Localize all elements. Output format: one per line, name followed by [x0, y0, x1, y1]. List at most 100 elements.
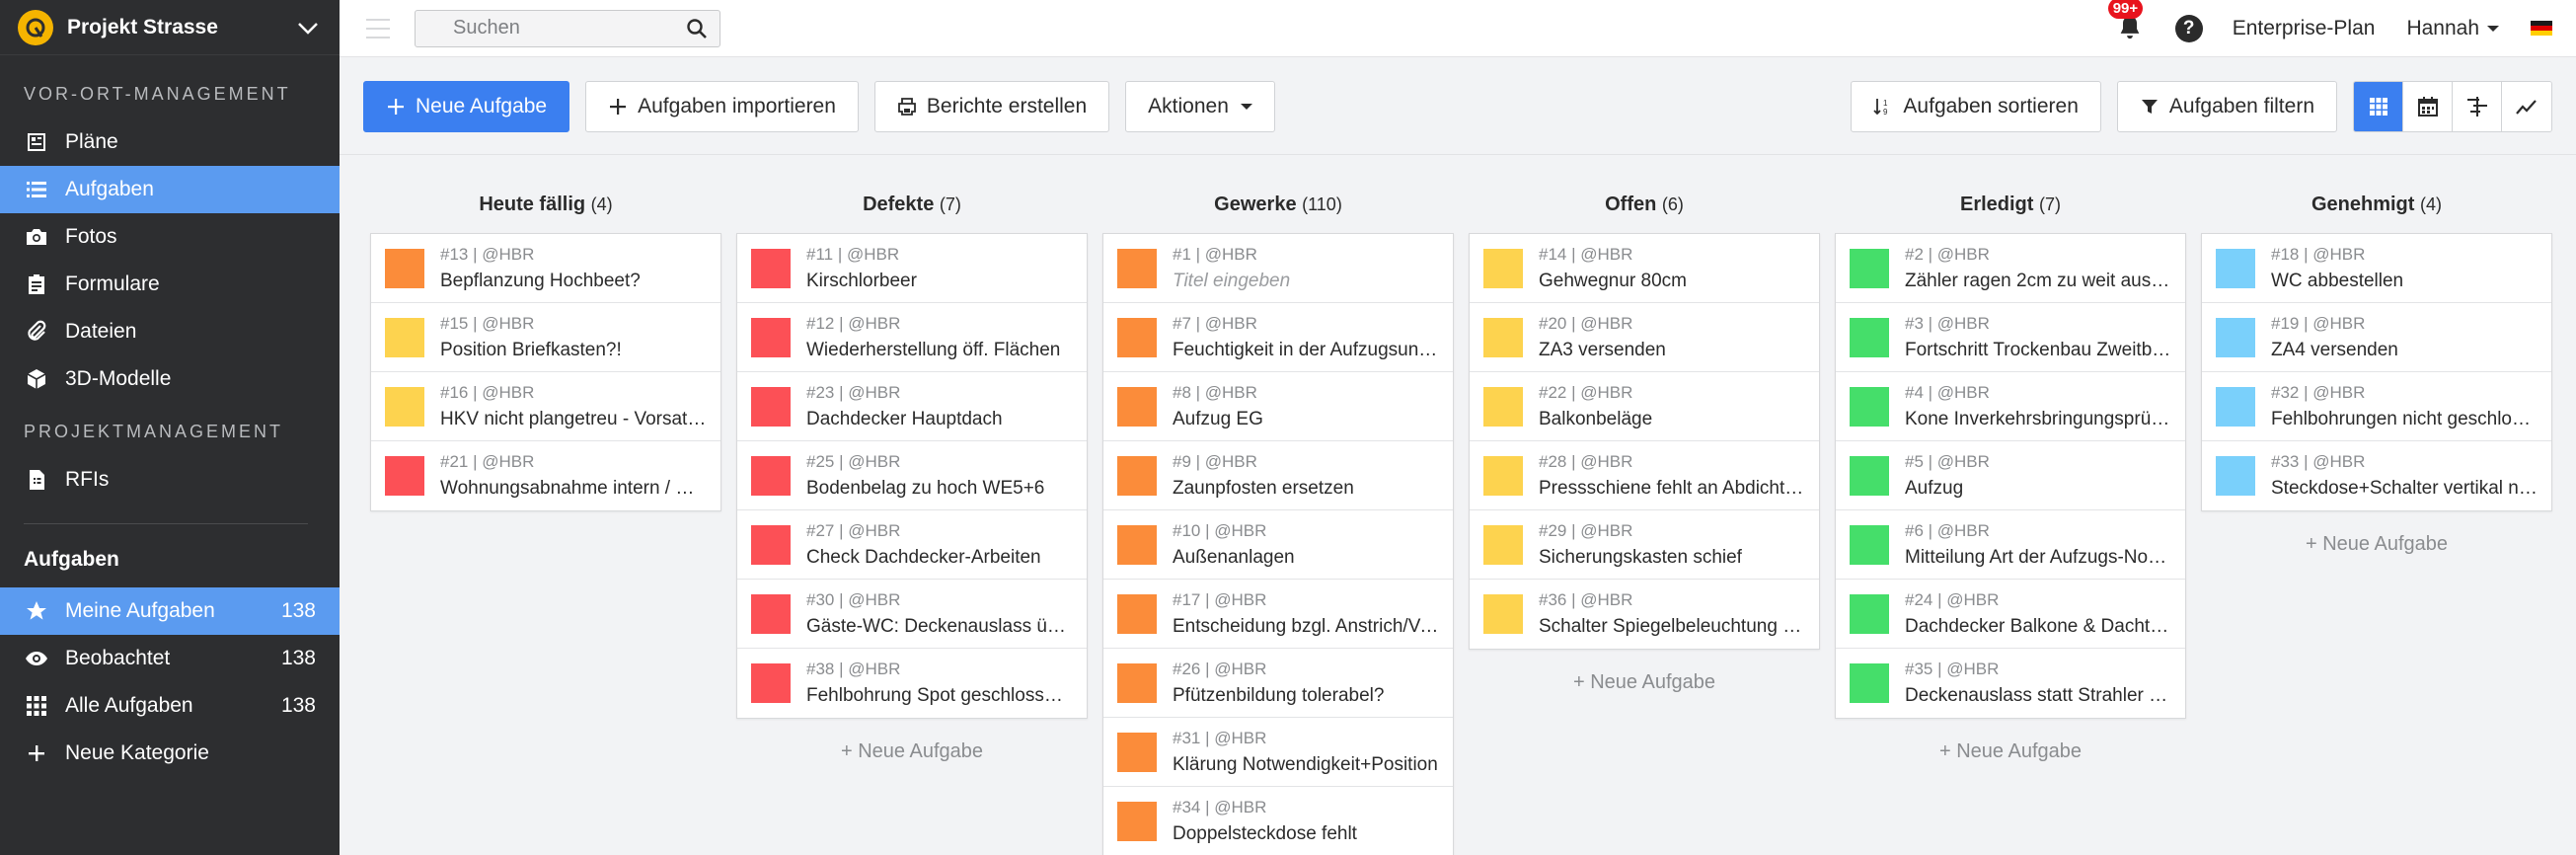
sidebar-item-alle-aufgaben[interactable]: Alle Aufgaben 138: [0, 682, 340, 730]
filter-tasks-button[interactable]: Aufgaben filtern: [2116, 80, 2337, 132]
eye-icon: [24, 646, 49, 671]
task-card[interactable]: #2 | @HBR Zähler ragen 2cm zu weit aus de…: [1836, 234, 2185, 303]
task-card[interactable]: #9 | @HBR Zaunpfosten ersetzen: [1103, 441, 1453, 510]
task-card[interactable]: #1 | @HBR Titel eingeben: [1103, 234, 1453, 303]
task-card[interactable]: #33 | @HBR Steckdose+Schalter vertikal ni…: [2202, 441, 2551, 510]
task-card[interactable]: #3 | @HBR Fortschritt Trockenbau Zweitbad: [1836, 303, 2185, 372]
task-card[interactable]: #34 | @HBR Doppelsteckdose fehlt: [1103, 787, 1453, 855]
create-reports-label: Berichte erstellen: [926, 94, 1088, 117]
task-card[interactable]: #12 | @HBR Wiederherstellung öff. Flächen: [737, 303, 1087, 372]
add-task-link[interactable]: + Neue Aufgabe: [1835, 740, 2186, 763]
card-list: #2 | @HBR Zähler ragen 2cm zu weit aus de…: [1835, 233, 2186, 719]
notifications-button[interactable]: 99+: [2107, 0, 2146, 43]
status-color-swatch: [1117, 317, 1157, 357]
gantt-view-button[interactable]: [2453, 81, 2502, 131]
sidebar-item-3d-modelle[interactable]: 3D-Modelle: [0, 355, 340, 403]
task-card[interactable]: #14 | @HBR Gehwegnur 80cm: [1470, 234, 1819, 303]
task-card[interactable]: #30 | @HBR Gäste-WC: Deckenauslass über S…: [737, 580, 1087, 649]
german-flag-icon[interactable]: [2531, 20, 2552, 37]
new-task-button[interactable]: Neue Aufgabe: [363, 80, 570, 132]
sidebar-item-beobachtet[interactable]: Beobachtet 138: [0, 635, 340, 682]
sidebar-item-label: Beobachtet: [65, 647, 171, 669]
task-card[interactable]: #28 | @HBR Pressschiene fehlt an Abdichtu…: [1470, 441, 1819, 510]
sidebar-item-meine-aufgaben[interactable]: Meine Aufgaben 138: [0, 587, 340, 635]
card-title: Wohnungsabnahme intern / Rundgang: [440, 478, 707, 499]
card-meta: #2 | @HBR: [1905, 244, 1990, 264]
user-menu[interactable]: Hannah: [2406, 17, 2499, 40]
card-title: Wiederherstellung öff. Flächen: [806, 339, 1061, 360]
sidebar-item-plaene[interactable]: Pläne: [0, 118, 340, 166]
card-title: Fortschritt Trockenbau Zweitbad: [1905, 339, 2171, 360]
card-list: #1 | @HBR Titel eingeben #7 | @HBR Feuchtig…: [1102, 233, 1454, 855]
task-card[interactable]: #32 | @HBR Fehlbohrungen nicht geschlosse…: [2202, 372, 2551, 441]
add-task-link[interactable]: + Neue Aufgabe: [1469, 671, 1820, 694]
card-title: Kirschlorbeer: [806, 270, 917, 291]
task-card[interactable]: #8 | @HBR Aufzug EG: [1103, 372, 1453, 441]
sidebar-item-dateien[interactable]: Dateien: [0, 308, 340, 355]
project-switcher[interactable]: Projekt Strasse: [0, 0, 340, 55]
task-card[interactable]: #18 | @HBR WC abbestellen: [2202, 234, 2551, 303]
column-header: Heute fällig (4): [370, 194, 721, 221]
task-card[interactable]: #4 | @HBR Kone Inverkehrsbringungsprüfung: [1836, 372, 2185, 441]
chevron-down-icon[interactable]: [294, 14, 322, 41]
sidebar-item-aufgaben[interactable]: Aufgaben: [0, 166, 340, 213]
task-card[interactable]: #31 | @HBR Klärung Notwendigkeit+Position: [1103, 718, 1453, 787]
task-card[interactable]: #21 | @HBR Wohnungsabnahme intern / Rundg…: [371, 441, 720, 510]
task-card[interactable]: #35 | @HBR Deckenauslass statt Strahler v…: [1836, 649, 2185, 718]
search-input[interactable]: Suchen: [415, 9, 720, 47]
task-card[interactable]: #38 | @HBR Fehlbohrung Spot geschlossen?: [737, 649, 1087, 718]
task-card[interactable]: #23 | @HBR Dachdecker Hauptdach: [737, 372, 1087, 441]
chart-view-button[interactable]: [2502, 81, 2551, 131]
task-card[interactable]: #27 | @HBR Check Dachdecker-Arbeiten: [737, 510, 1087, 580]
task-card[interactable]: #6 | @HBR Mitteilung Art der Aufzugs-Notr…: [1836, 510, 2185, 580]
task-card[interactable]: #25 | @HBR Bodenbelag zu hoch WE5+6: [737, 441, 1087, 510]
help-icon[interactable]: ?: [2174, 14, 2203, 42]
card-body: #25 | @HBR Bodenbelag zu hoch WE5+6: [806, 452, 1073, 500]
task-card[interactable]: #16 | @HBR HKV nicht plangetreu - Vorsatz…: [371, 372, 720, 441]
status-color-swatch: [2216, 248, 2255, 288]
task-card[interactable]: #22 | @HBR Balkonbeläge: [1470, 372, 1819, 441]
sidebar-item-formulare[interactable]: Formulare: [0, 261, 340, 308]
column-title: Defekte: [863, 194, 935, 215]
calendar-view-button[interactable]: [2403, 81, 2453, 131]
status-color-swatch: [751, 248, 791, 288]
sidebar-item-count: 138: [280, 647, 316, 669]
task-card[interactable]: #19 | @HBR ZA4 versenden: [2202, 303, 2551, 372]
card-title: Entscheidung bzgl. Anstrich/Verputz: [1173, 615, 1439, 637]
card-body: #34 | @HBR Doppelsteckdose fehlt: [1173, 798, 1439, 845]
add-task-link[interactable]: + Neue Aufgabe: [736, 740, 1088, 763]
add-task-link[interactable]: + Neue Aufgabe: [2201, 533, 2552, 556]
task-card[interactable]: #26 | @HBR Pfützenbildung tolerabel?: [1103, 649, 1453, 718]
sidebar-item-neue-kategorie[interactable]: Neue Kategorie: [0, 730, 340, 777]
card-body: #26 | @HBR Pfützenbildung tolerabel?: [1173, 660, 1439, 707]
sort-tasks-button[interactable]: 19 Aufgaben sortieren: [1851, 80, 2101, 132]
task-card[interactable]: #10 | @HBR Außenanlagen: [1103, 510, 1453, 580]
task-card[interactable]: #36 | @HBR Schalter Spiegelbeleuchtung fa…: [1470, 580, 1819, 649]
sidebar-item-rfis[interactable]: RFIs: [0, 456, 340, 504]
task-card[interactable]: #29 | @HBR Sicherungskasten schief: [1470, 510, 1819, 580]
board-column: Heute fällig (4) #13 | @HBR Bepflanzung Ho…: [370, 194, 721, 855]
task-card[interactable]: #24 | @HBR Dachdecker Balkone & Dachterra…: [1836, 580, 2185, 649]
board-view-button[interactable]: [2354, 81, 2403, 131]
task-card[interactable]: #15 | @HBR Position Briefkasten?!: [371, 303, 720, 372]
card-body: #1 | @HBR Titel eingeben: [1173, 245, 1439, 292]
task-card[interactable]: #11 | @HBR Kirschlorbeer: [737, 234, 1087, 303]
task-card[interactable]: #13 | @HBR Bepflanzung Hochbeet?: [371, 234, 720, 303]
status-color-swatch: [1850, 455, 1889, 496]
import-tasks-button[interactable]: Aufgaben importieren: [585, 80, 859, 132]
actions-dropdown[interactable]: Aktionen: [1125, 80, 1275, 132]
status-color-swatch: [1483, 594, 1523, 634]
task-card[interactable]: #7 | @HBR Feuchtigkeit in der Aufzugsunte…: [1103, 303, 1453, 372]
task-card[interactable]: #17 | @HBR Entscheidung bzgl. Anstrich/Ve…: [1103, 580, 1453, 649]
card-meta: #20 | @HBR: [1539, 313, 1633, 333]
create-reports-button[interactable]: Berichte erstellen: [873, 80, 1110, 132]
task-card[interactable]: #20 | @HBR ZA3 versenden: [1470, 303, 1819, 372]
plan-link[interactable]: Enterprise-Plan: [2233, 17, 2376, 40]
search-icon[interactable]: [686, 18, 708, 39]
card-body: #36 | @HBR Schalter Spiegelbeleuchtung fa…: [1539, 590, 1805, 638]
sidebar-item-fotos[interactable]: Fotos: [0, 213, 340, 261]
status-color-swatch: [1117, 662, 1157, 703]
hamburger-menu-icon[interactable]: [366, 18, 390, 39]
card-body: #10 | @HBR Außenanlagen: [1173, 521, 1439, 569]
task-card[interactable]: #5 | @HBR Aufzug: [1836, 441, 2185, 510]
